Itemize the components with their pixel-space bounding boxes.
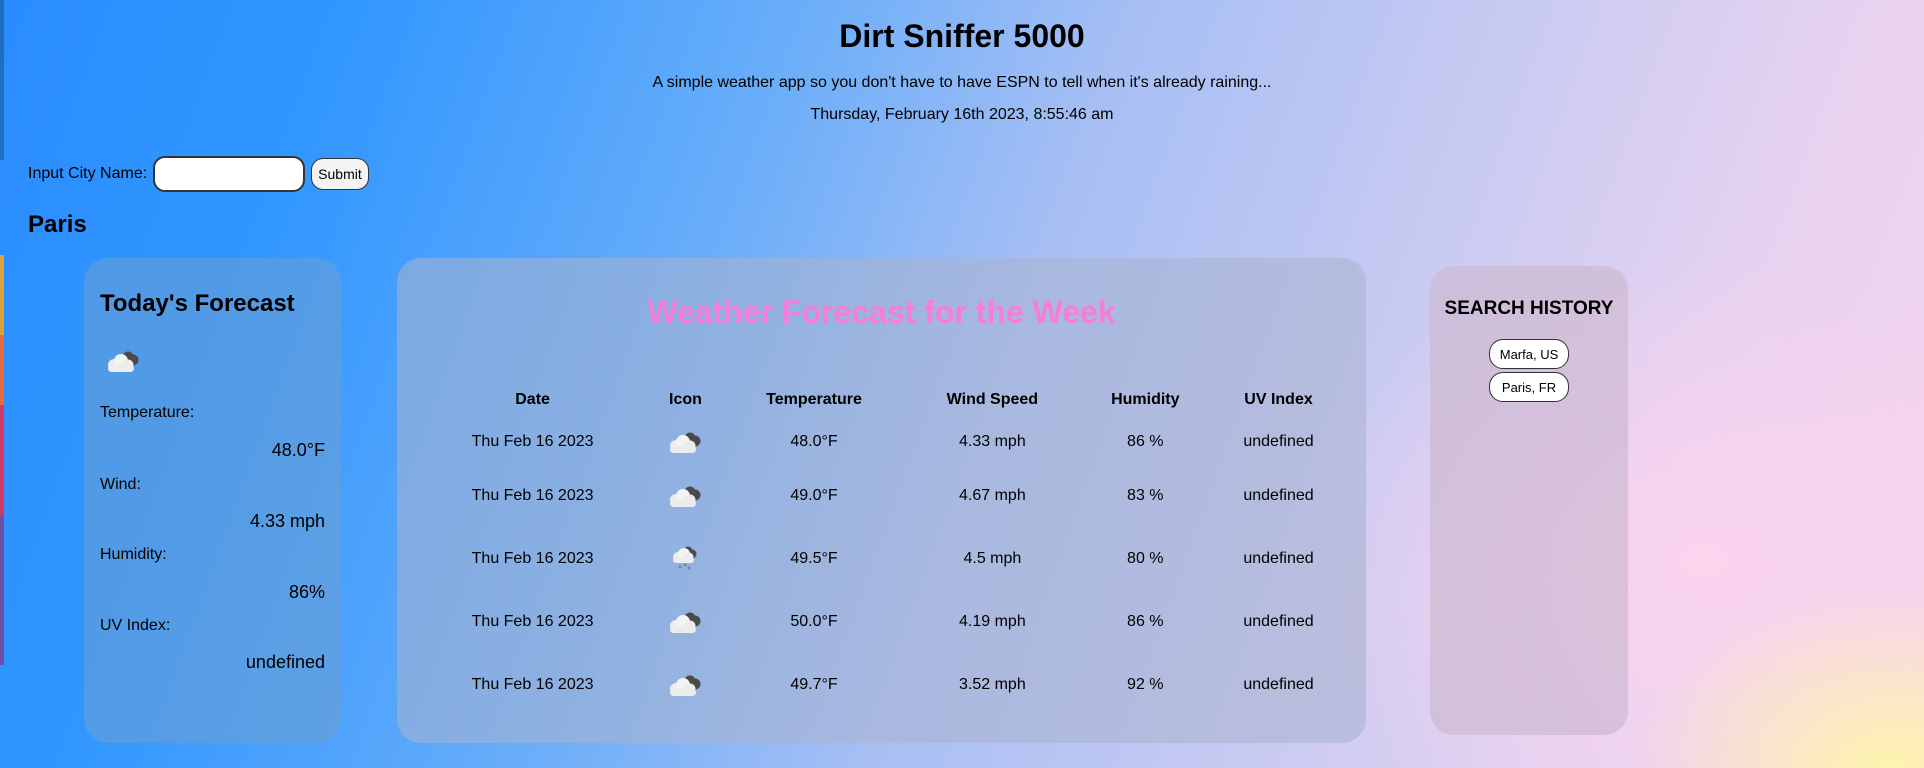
table-row: Thu Feb 16 2023 50.0°F 4.19 mph 86 % und… xyxy=(417,590,1346,653)
date-cell: Thu Feb 16 2023 xyxy=(471,549,594,567)
today-wind-value: 4.33 mph xyxy=(249,511,325,531)
today-temperature-value: 48.0°F xyxy=(271,440,325,460)
city-input[interactable] xyxy=(153,156,306,192)
history-item-marfa-button[interactable]: Marfa, US xyxy=(1489,339,1569,369)
city-search-form: Input City Name: Submit xyxy=(28,156,369,192)
table-row: Thu Feb 16 2023 * * * 49.5°F 4.5 mph 80 … xyxy=(417,527,1346,590)
humidity-cell: 86 % xyxy=(1127,612,1164,630)
today-uv-value: undefined xyxy=(245,652,325,672)
humidity-cell: 83 % xyxy=(1127,486,1164,504)
svg-text:*: * xyxy=(687,565,691,574)
uv-cell: undefined xyxy=(1243,486,1314,504)
table-header-row: Date Icon Temperature Wind Speed Humidit… xyxy=(417,380,1346,420)
wind-cell: 4.33 mph xyxy=(959,433,1026,450)
current-datetime: Thursday, February 16th 2023, 8:55:46 am xyxy=(810,106,1114,123)
humidity-cell: 92 % xyxy=(1127,675,1164,693)
table-row: Thu Feb 16 2023 49.7°F 3.52 mph 92 % und… xyxy=(417,653,1346,716)
today-humidity-label: Humidity: xyxy=(100,546,167,563)
cloud-night-icon xyxy=(666,432,704,453)
search-history-panel: SEARCH HISTORY Marfa, US Paris, FR xyxy=(1430,266,1628,735)
column-header-icon: Icon xyxy=(669,391,702,408)
page-title: Dirt Sniffer 5000 xyxy=(839,18,1085,54)
svg-text:*: * xyxy=(678,564,682,573)
cloud-night-icon xyxy=(666,612,704,633)
date-cell: Thu Feb 16 2023 xyxy=(471,675,594,693)
temperature-cell: 48.0°F xyxy=(790,433,838,450)
wind-cell: 4.67 mph xyxy=(959,486,1026,504)
temperature-cell: 50.0°F xyxy=(790,612,838,630)
uv-cell: undefined xyxy=(1243,433,1314,450)
week-forecast-title: Weather Forecast for the Week xyxy=(647,294,1116,330)
city-name: Paris xyxy=(28,211,87,238)
column-header-uv-index: UV Index xyxy=(1244,391,1313,408)
wind-cell: 4.19 mph xyxy=(959,612,1026,630)
column-header-date: Date xyxy=(515,391,550,408)
today-humidity-value: 86% xyxy=(288,582,325,602)
city-input-label: Input City Name: xyxy=(28,165,148,182)
submit-button[interactable]: Submit xyxy=(311,158,369,190)
temperature-cell: 49.0°F xyxy=(790,486,838,504)
week-forecast-panel: Weather Forecast for the Week Date Icon … xyxy=(397,258,1366,743)
uv-cell: undefined xyxy=(1243,549,1314,567)
date-cell: Thu Feb 16 2023 xyxy=(471,486,594,504)
table-row: Thu Feb 16 2023 48.0°F 4.33 mph 86 % und… xyxy=(417,420,1346,464)
humidity-cell: 86 % xyxy=(1127,433,1164,450)
column-header-humidity: Humidity xyxy=(1111,391,1180,408)
uv-cell: undefined xyxy=(1243,675,1314,693)
today-forecast-panel: Today's Forecast Temperature: 48.0°F Win… xyxy=(84,258,341,743)
wind-cell: 3.52 mph xyxy=(959,675,1026,693)
cloud-night-icon xyxy=(666,675,704,696)
column-header-temperature: Temperature xyxy=(766,391,862,408)
wind-cell: 4.5 mph xyxy=(963,549,1022,567)
humidity-cell: 80 % xyxy=(1127,549,1164,567)
cloud-night-icon xyxy=(104,348,142,374)
snow-cloud-night-icon: * * * xyxy=(669,546,701,574)
cloud-night-icon xyxy=(666,486,704,507)
search-history-list: Marfa, US Paris, FR xyxy=(1430,339,1628,402)
table-row: Thu Feb 16 2023 49.0°F 4.67 mph 83 % und… xyxy=(417,464,1346,527)
column-header-wind-speed: Wind Speed xyxy=(946,391,1039,408)
today-forecast-title: Today's Forecast xyxy=(100,290,295,317)
date-cell: Thu Feb 16 2023 xyxy=(471,433,594,450)
uv-cell: undefined xyxy=(1243,612,1314,630)
date-cell: Thu Feb 16 2023 xyxy=(471,612,594,630)
search-history-title: SEARCH HISTORY xyxy=(1444,298,1614,319)
history-item-paris-button[interactable]: Paris, FR xyxy=(1489,372,1569,402)
today-wind-label: Wind: xyxy=(100,476,141,493)
week-forecast-table: Date Icon Temperature Wind Speed Humidit… xyxy=(417,380,1346,716)
today-temperature-label: Temperature: xyxy=(100,404,195,421)
page-subtitle: A simple weather app so you don't have t… xyxy=(652,74,1272,91)
temperature-cell: 49.7°F xyxy=(790,675,838,693)
today-uv-label: UV Index: xyxy=(100,617,171,634)
temperature-cell: 49.5°F xyxy=(790,549,838,567)
